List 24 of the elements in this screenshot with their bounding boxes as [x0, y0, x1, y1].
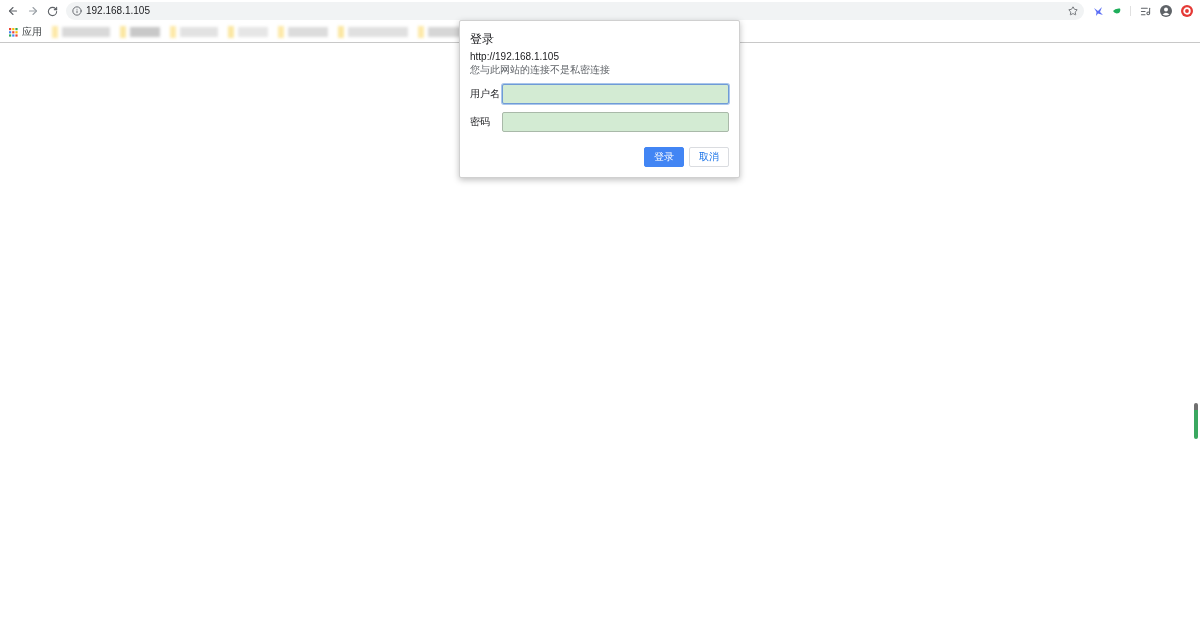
leaf-icon[interactable]	[1113, 8, 1121, 14]
side-handle[interactable]	[1194, 403, 1198, 439]
apps-grid-icon[interactable]	[9, 27, 18, 37]
playlist-icon[interactable]	[1140, 5, 1151, 17]
bird-icon[interactable]	[1093, 5, 1104, 17]
field-label: 密码	[470, 116, 491, 128]
reload-icon[interactable]	[47, 5, 58, 17]
dialog-title: 登录	[470, 31, 495, 47]
field-label: 用户名	[470, 88, 501, 100]
info-icon[interactable]	[72, 6, 82, 16]
back-icon[interactable]	[7, 5, 19, 17]
site-origin: http://192.168.1.105	[470, 50, 560, 63]
ring-icon[interactable]	[1181, 5, 1193, 17]
input-field[interactable]	[501, 84, 729, 104]
address-text: 192.168.1.105	[86, 5, 150, 17]
account-icon[interactable]	[1160, 5, 1172, 17]
login-button[interactable]: 登录	[644, 147, 684, 167]
forward-icon[interactable]	[27, 5, 39, 17]
input-field[interactable]	[501, 112, 729, 132]
address-bar[interactable]: 192.168.1.105	[66, 2, 1084, 20]
cancel-button[interactable]: 取消	[689, 147, 729, 167]
apps-link[interactable]: 应用	[22, 26, 42, 38]
connection-notice: 您与此网站的连接不是私密连接	[470, 63, 611, 76]
bookmark-star-icon[interactable]	[1068, 6, 1078, 16]
